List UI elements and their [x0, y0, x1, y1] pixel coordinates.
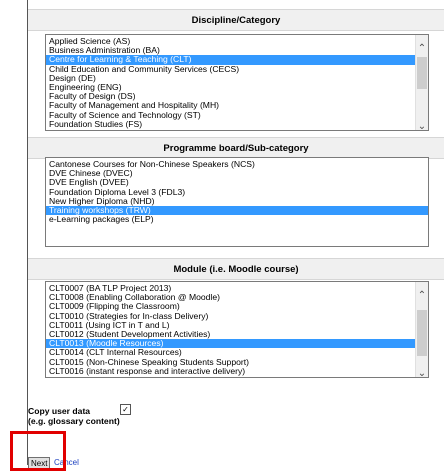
programme-header-label: Programme board/Sub-category [163, 142, 309, 154]
scroll-thumb[interactable] [417, 57, 427, 89]
programme-listbox[interactable]: Cantonese Courses for Non-Chinese Speake… [45, 157, 429, 247]
scroll-up-icon[interactable]: ⌃ [416, 43, 428, 55]
copy-user-data-line2: (e.g. glossary content) [28, 416, 120, 426]
discipline-header: Discipline/Category [28, 9, 444, 31]
discipline-header-label: Discipline/Category [191, 14, 281, 26]
module-scrollbar[interactable]: ⌃ ⌄ [415, 282, 428, 377]
discipline-option[interactable]: Foundation Studies (FS) [46, 119, 415, 129]
copy-user-data-label: Copy user data (e.g. glossary content) [28, 406, 120, 426]
module-header: Module (i.e. Moodle course) [28, 258, 444, 280]
scroll-down-icon[interactable]: ⌄ [416, 368, 428, 377]
discipline-option[interactable]: Child Education and Community Services (… [46, 64, 415, 74]
module-options: CLT0007 (BA TLP Project 2013) CLT0008 (En… [46, 283, 415, 376]
discipline-options: Applied Science (AS) Business Administrat… [46, 36, 415, 129]
programme-header: Programme board/Sub-category [28, 137, 444, 159]
checkmark-icon: ✓ [122, 405, 129, 414]
module-header-label: Module (i.e. Moodle course) [173, 263, 299, 275]
copy-user-data-checkbox[interactable]: ✓ [120, 404, 131, 415]
module-option[interactable]: CLT0016 (instant response and interactiv… [46, 366, 415, 376]
module-listbox[interactable]: CLT0007 (BA TLP Project 2013) CLT0008 (En… [45, 281, 429, 378]
next-button[interactable]: Next [28, 457, 51, 470]
programme-options: Cantonese Courses for Non-Chinese Speake… [46, 159, 428, 224]
copy-user-data-line1: Copy user data [28, 406, 91, 416]
discipline-scrollbar[interactable]: ⌃ ⌄ [415, 35, 428, 130]
discipline-listbox[interactable]: Applied Science (AS) Business Administrat… [45, 34, 429, 131]
cancel-link[interactable]: Cancel [54, 458, 79, 468]
programme-option[interactable]: e-Learning packages (ELP) [46, 214, 428, 224]
scroll-up-icon[interactable]: ⌃ [416, 290, 428, 302]
scroll-thumb[interactable] [417, 310, 427, 356]
scroll-down-icon[interactable]: ⌄ [416, 121, 428, 130]
